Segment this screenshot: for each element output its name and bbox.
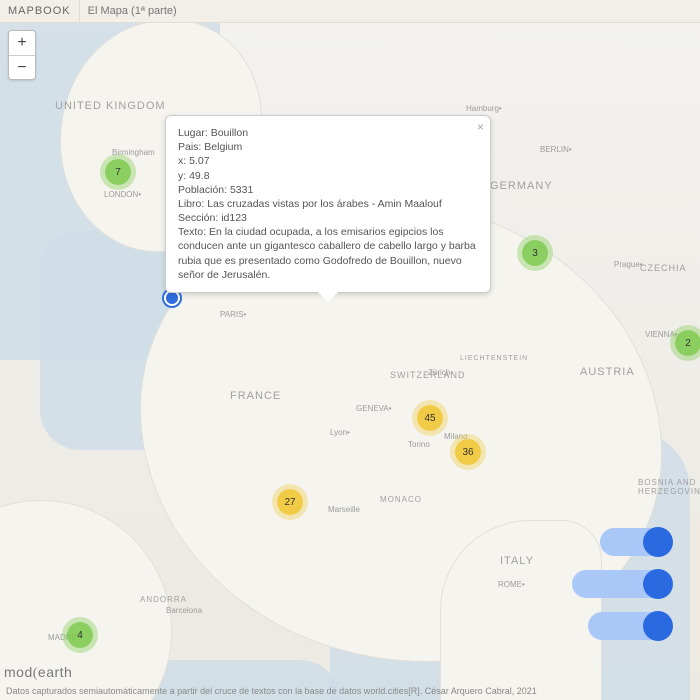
popup-libro: Libro: Las cruzadas vistas por los árabe… — [178, 197, 478, 211]
layer-toggle-3[interactable] — [588, 612, 672, 640]
cluster-marker-m6[interactable]: 27 — [277, 489, 303, 515]
layer-toggle-1[interactable] — [600, 528, 672, 556]
popup-poblacion: Población: 5331 — [178, 183, 478, 197]
zoom-control: + − — [8, 30, 36, 80]
cluster-marker-m5[interactable]: 36 — [455, 439, 481, 465]
popup-close-button[interactable]: × — [477, 119, 484, 135]
label-czechia: CZECHIA — [640, 263, 687, 273]
page-subtitle[interactable]: El Mapa (1ª parte) — [80, 5, 185, 17]
cluster-marker-m2[interactable]: 3 — [522, 240, 548, 266]
popup-seccion: Sección: id123 — [178, 211, 478, 225]
popup-lugar: Lugar: Bouillon — [178, 126, 478, 140]
city-vienna: VIENNA• — [645, 330, 678, 339]
popup-x: x: 5.07 — [178, 154, 478, 168]
toggles-panel — [572, 528, 672, 640]
cluster-marker-m1[interactable]: 7 — [105, 159, 131, 185]
cluster-marker-m4[interactable]: 45 — [417, 405, 443, 431]
info-popup: × Lugar: Bouillon Pais: Belgium x: 5.07 … — [165, 115, 491, 293]
city-prague: Prague• — [614, 260, 643, 269]
attribution-text: Datos capturados semiautomáticamente a p… — [6, 686, 537, 696]
zoom-out-button[interactable]: − — [9, 55, 35, 79]
city-hamburg: Hamburg• — [466, 104, 502, 113]
popup-pais: Pais: Belgium — [178, 140, 478, 154]
layer-toggle-2[interactable] — [572, 570, 672, 598]
cluster-marker-m3[interactable]: 2 — [675, 330, 700, 356]
city-barcelona: Barcelona — [166, 606, 202, 615]
footer-logo: mod(earth — [4, 664, 72, 682]
topbar: MAPBOOK El Mapa (1ª parte) — [0, 0, 700, 23]
city-berlin: BERLIN• — [540, 145, 572, 154]
cluster-marker-m7[interactable]: 4 — [67, 622, 93, 648]
brand-title[interactable]: MAPBOOK — [0, 0, 80, 22]
popup-y: y: 49.8 — [178, 169, 478, 183]
popup-texto: Texto: En la ciudad ocupada, a los emisa… — [178, 225, 478, 282]
label-germany: GERMANY — [490, 180, 553, 192]
zoom-in-button[interactable]: + — [9, 31, 35, 55]
